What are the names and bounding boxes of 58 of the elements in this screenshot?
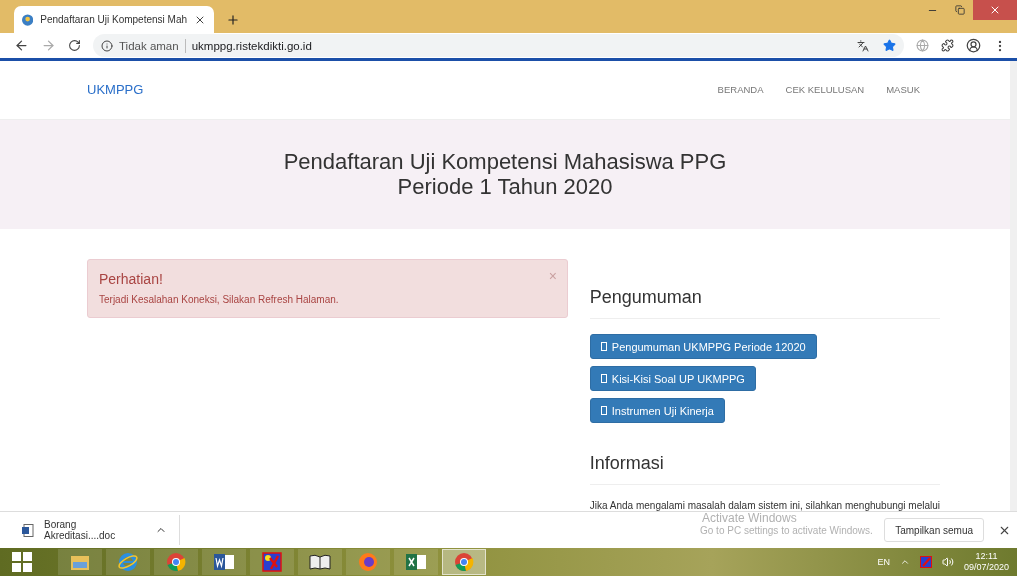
address-bar[interactable]: Tidak aman ukmppg.ristekdikti.go.id (93, 34, 904, 57)
taskbar-app[interactable] (202, 549, 246, 575)
missing-glyph-icon (600, 342, 607, 351)
back-icon[interactable] (14, 38, 29, 53)
clock[interactable]: 12:11 09/07/2020 (963, 551, 1009, 573)
security-label: Tidak aman (119, 39, 179, 52)
url-text: ukmppg.ristekdikti.go.id (191, 39, 313, 52)
missing-glyph-icon (600, 406, 607, 415)
browser-circle-icon (454, 552, 474, 572)
forward-icon[interactable] (41, 38, 56, 53)
puzzle-icon[interactable] (941, 39, 954, 52)
nav-link[interactable]: BERANDA (717, 84, 764, 96)
taskbar-app[interactable] (298, 549, 342, 575)
section-heading: Informasi (589, 453, 940, 485)
taskbar-app[interactable] (442, 549, 486, 575)
document-w-icon (213, 553, 235, 571)
activation-title: Activate Windows (701, 512, 797, 525)
section-heading: Pengumuman (589, 287, 940, 319)
download-item[interactable]: Borang Akreditasi....doc (22, 515, 180, 545)
tab-title: Pendaftaran Uji Kompetensi Mah (40, 14, 187, 25)
browser-circle-icon (166, 552, 186, 572)
taskbar-app[interactable] (394, 549, 438, 575)
profile-icon[interactable] (966, 38, 981, 53)
paint-icon[interactable] (919, 556, 932, 568)
windows-start-icon[interactable] (12, 552, 32, 572)
language-indicator[interactable]: EN (877, 557, 890, 567)
nav-link[interactable]: CEK KELULUSAN (785, 84, 865, 96)
spreadsheet-x-icon (405, 553, 427, 571)
activation-message: Go to PC settings to activate Windows. (700, 525, 873, 537)
star-icon[interactable] (883, 39, 896, 52)
missing-glyph-icon (600, 374, 607, 383)
brand-link[interactable]: UKMPPG (87, 82, 144, 98)
open-book-icon (309, 554, 331, 570)
info-icon[interactable] (101, 39, 113, 52)
nav-link[interactable]: MASUK (886, 84, 920, 96)
alert-title: Perhatian! (99, 271, 163, 287)
info-text: Jika Anda mengalami masalah dalam sistem ini, silahkan menghubungi melalui (589, 500, 940, 511)
paint-icon (262, 552, 282, 572)
browser-e-icon (118, 552, 138, 572)
announcement-button[interactable]: Instrumen Uji Kinerja (589, 398, 725, 423)
restore-icon[interactable] (954, 5, 965, 15)
translate-icon[interactable] (857, 39, 869, 52)
browser-tab[interactable]: Pendaftaran Uji Kompetensi Mah (14, 6, 214, 33)
reload-icon[interactable] (68, 39, 81, 52)
chevron-up-icon[interactable] (899, 557, 910, 567)
close-icon (989, 4, 1001, 16)
speaker-icon[interactable] (941, 556, 954, 568)
globe-icon[interactable] (916, 39, 929, 52)
hero-title: Pendaftaran Uji Kompetensi Mahasiswa PPG (283, 149, 727, 175)
hero-subtitle: Periode 1 Tahun 2020 (397, 174, 613, 200)
folder-icon (70, 553, 90, 571)
announcement-button[interactable]: Pengumuman UKMPPG Periode 12020 (589, 334, 817, 359)
announcement-button[interactable]: Kisi-Kisi Soal UP UKMPPG (589, 366, 756, 391)
site-logo-icon (22, 13, 34, 26)
document-icon (22, 523, 34, 537)
new-tab-icon[interactable] (226, 13, 240, 27)
show-all-button[interactable]: Tampilkan semua (884, 518, 984, 542)
alert-message: Terjadi Kesalahan Koneksi, Silakan Refresh Halaman. (99, 294, 339, 305)
